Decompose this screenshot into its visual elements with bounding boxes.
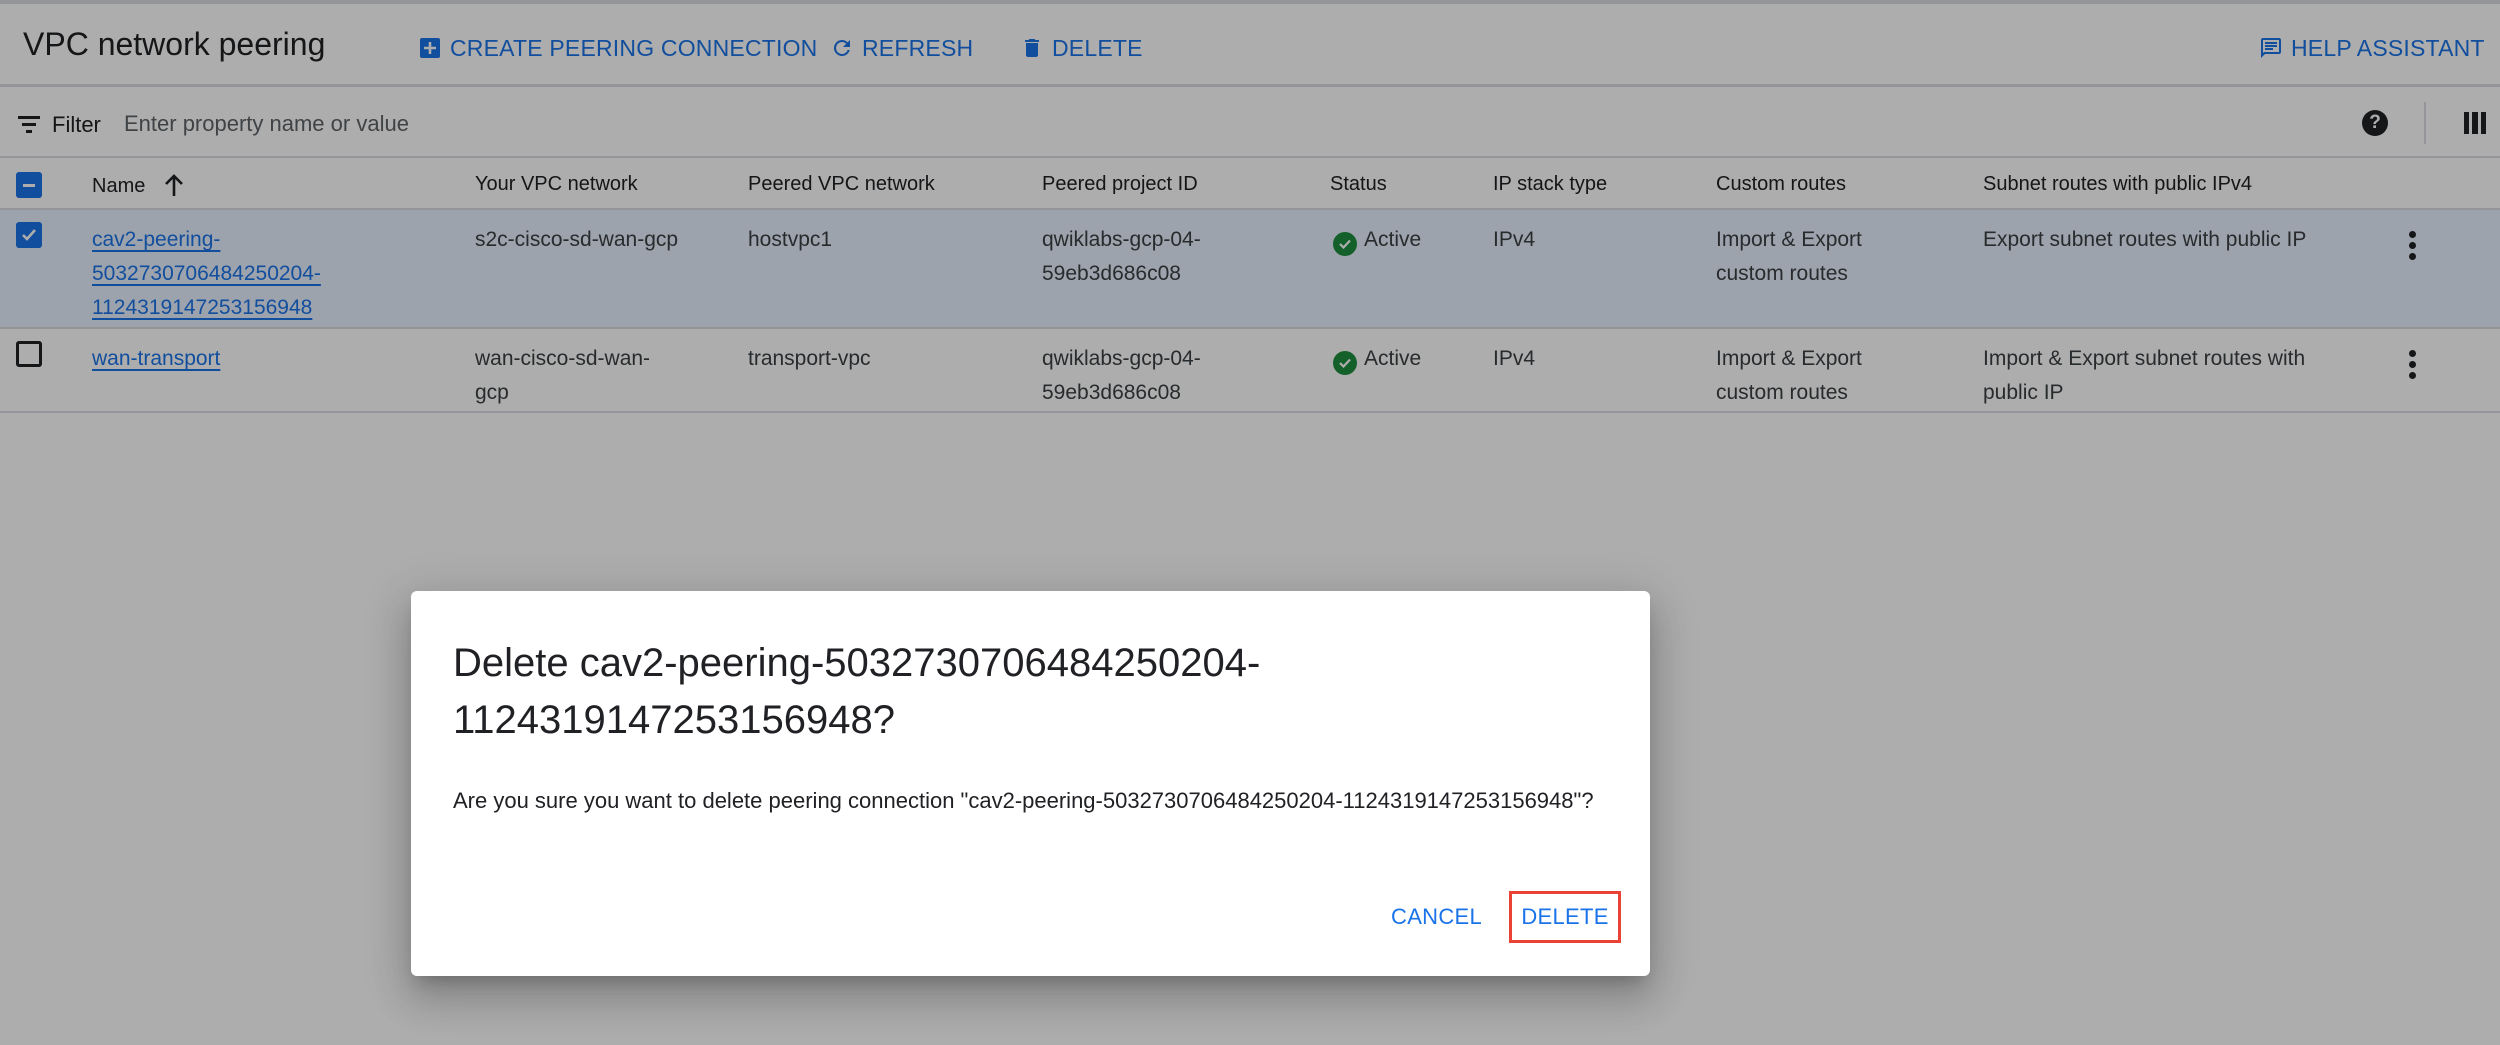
delete-confirmation-dialog: Delete cav2-peering-5032730706484250204-… (411, 591, 1650, 976)
dialog-title: Delete cav2-peering-5032730706484250204-… (453, 641, 1261, 742)
confirm-delete-button[interactable]: DELETE (1509, 891, 1621, 943)
dialog-message: Are you sure you want to delete peering … (453, 788, 1594, 813)
cancel-button[interactable]: CANCEL (1377, 891, 1496, 943)
